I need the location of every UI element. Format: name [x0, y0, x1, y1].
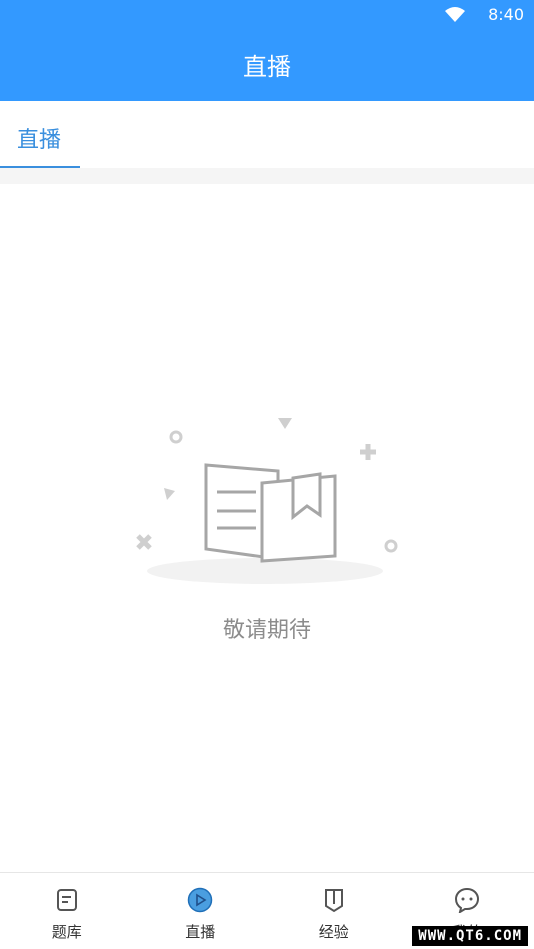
nav-label-live: 直播	[185, 923, 216, 941]
site-watermark: WWW.QT6.COM	[412, 926, 528, 946]
nav-label-question-bank: 题库	[51, 923, 82, 941]
question-bank-icon	[56, 889, 77, 911]
nav-item-experience[interactable]: 经验	[267, 873, 401, 949]
profile-chat-icon	[455, 887, 480, 913]
live-screen: 8:40 直播 直播 敬请期待 题库 直播 经验 WWW.QT6.COM	[0, 0, 534, 949]
tab-live-label: 直播	[17, 128, 62, 153]
section-divider	[0, 168, 534, 184]
empty-book-illustration	[136, 418, 398, 584]
nav-item-question-bank[interactable]: 题库	[0, 873, 134, 949]
app-header: 8:40 直播	[0, 0, 534, 101]
live-play-icon	[188, 887, 213, 913]
nav-label-experience: 经验	[318, 923, 349, 941]
tab-live[interactable]: 直播	[0, 101, 80, 168]
tab-bar: 直播	[0, 101, 534, 168]
wifi-icon	[445, 7, 465, 22]
status-time: 8:40	[488, 5, 524, 24]
empty-state: 敬请期待	[0, 184, 534, 872]
page-title: 直播	[243, 53, 291, 81]
nav-item-live[interactable]: 直播	[134, 873, 268, 949]
empty-state-message: 敬请期待	[222, 618, 311, 643]
experience-bookmark-icon	[324, 889, 343, 913]
